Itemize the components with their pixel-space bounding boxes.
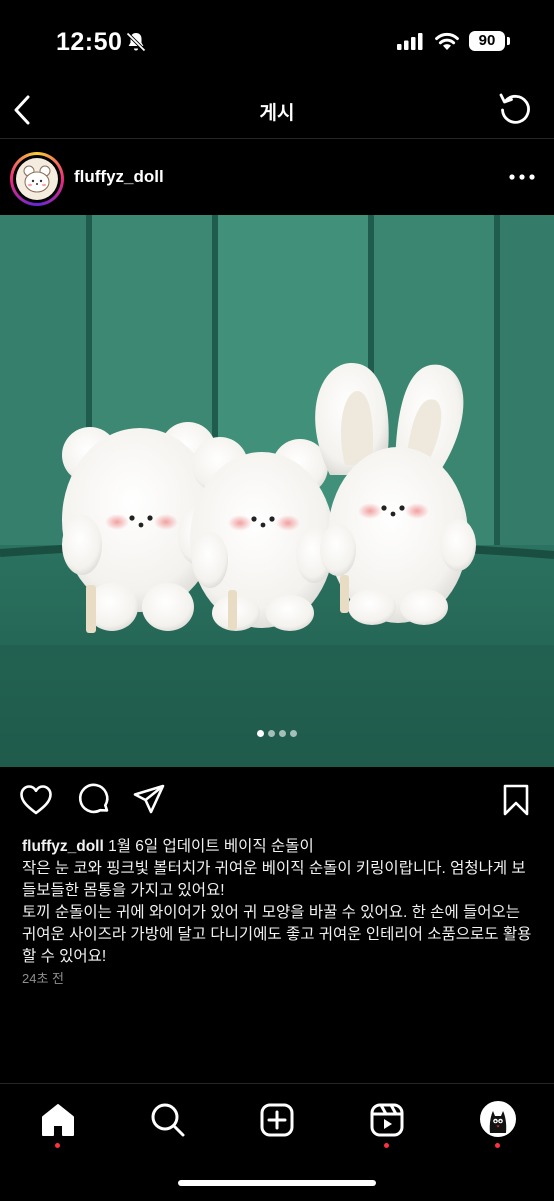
reels-notification-dot (384, 1143, 389, 1148)
profile-avatar[interactable] (480, 1101, 516, 1137)
caption-username[interactable]: fluffyz_doll (22, 838, 104, 855)
caption-first-line: fluffyz_doll 1월 6일 업데이트 베이직 순돌이 (22, 836, 538, 858)
reels-icon[interactable] (367, 1100, 407, 1140)
post-username[interactable]: fluffyz_doll (74, 167, 164, 187)
carousel-dot (257, 730, 264, 737)
post-header: fluffyz_doll (0, 139, 554, 215)
refresh-icon[interactable] (496, 90, 534, 128)
battery-indicator: 90 (469, 31, 505, 51)
post-actions (0, 782, 554, 822)
carousel-dot (290, 730, 297, 737)
more-options-icon[interactable] (508, 172, 536, 182)
nav-header: 게시 (0, 84, 554, 139)
post-caption: fluffyz_doll 1월 6일 업데이트 베이직 순돌이 작은 눈 코와 … (22, 836, 538, 968)
heart-icon[interactable] (18, 782, 54, 818)
home-notification-dot (55, 1143, 60, 1148)
post-image[interactable] (0, 215, 554, 767)
comment-icon[interactable] (76, 782, 112, 818)
battery-cap (507, 37, 510, 45)
search-icon[interactable] (148, 1100, 188, 1140)
home-icon[interactable] (38, 1100, 78, 1140)
post-timestamp: 24초 전 (22, 971, 64, 986)
status-time: 12:50 (56, 28, 123, 56)
caption-paragraph-1: 작은 눈 코와 핑크빛 볼터치가 귀여운 베이직 순돌이 키링이랍니다. 엄청나… (22, 860, 526, 899)
carousel-indicator (0, 724, 554, 742)
home-indicator (178, 1180, 376, 1186)
create-icon[interactable] (257, 1100, 297, 1140)
carousel-dot (279, 730, 286, 737)
profile-notification-dot (495, 1143, 500, 1148)
cellular-signal-icon (397, 33, 423, 50)
avatar[interactable] (13, 155, 61, 203)
caption-headline: 1월 6일 업데이트 베이직 순돌이 (103, 838, 314, 855)
bookmark-icon[interactable] (498, 782, 534, 818)
page-title: 게시 (259, 103, 295, 124)
bear-plush-middle (190, 437, 334, 631)
wifi-icon (435, 32, 459, 50)
story-ring[interactable] (10, 152, 64, 206)
status-bar: 12:50 90 (0, 0, 554, 84)
silent-bell-icon (126, 32, 146, 52)
caption-paragraph-2: 토끼 순돌이는 귀에 와이어가 있어 귀 모양을 바꿀 수 있어요. 한 손에 … (22, 904, 532, 965)
plush-photo (0, 215, 554, 767)
share-icon[interactable] (131, 782, 167, 818)
avatar-image (16, 158, 58, 200)
carousel-dot (268, 730, 275, 737)
